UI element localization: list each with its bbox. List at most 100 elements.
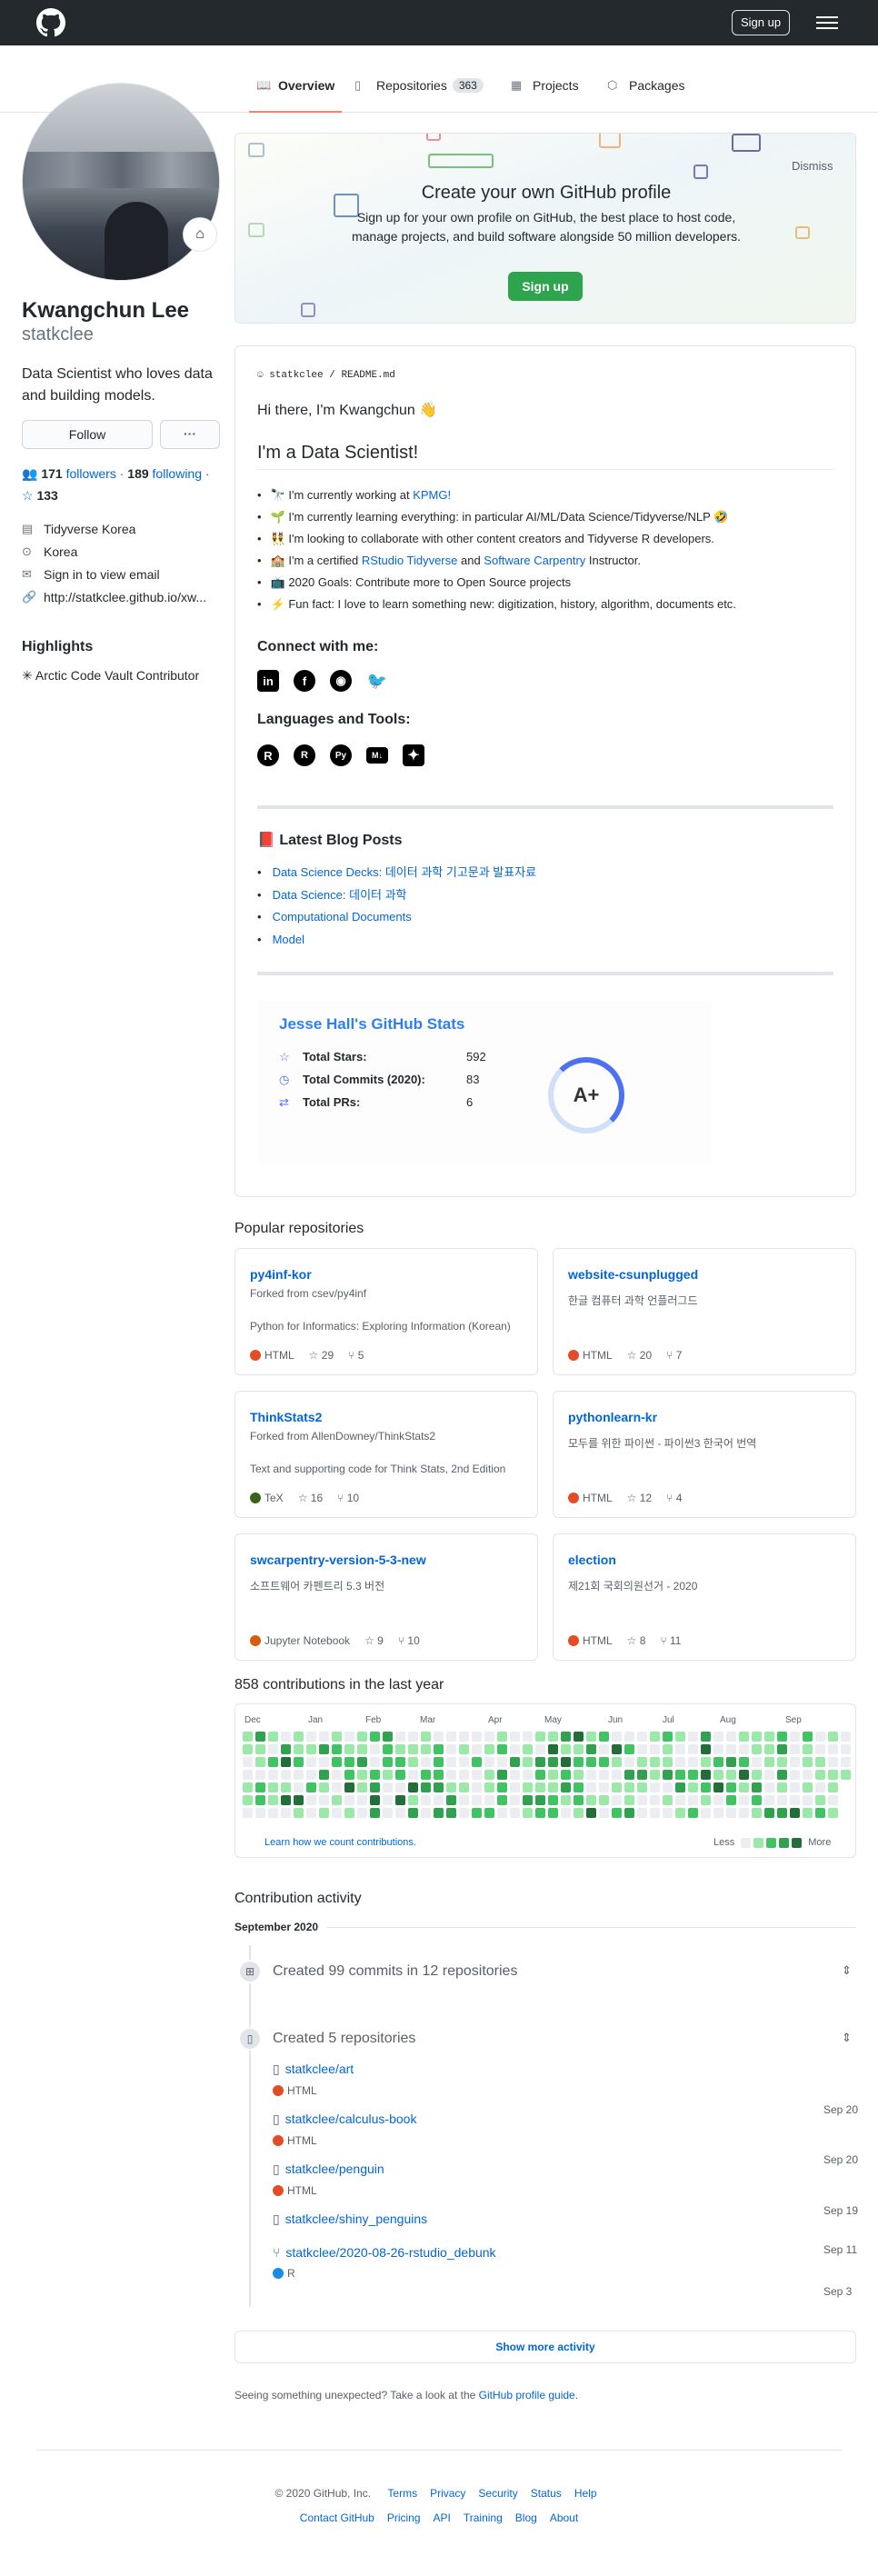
contribution-day[interactable] [777,1770,787,1780]
contribution-day[interactable] [790,1732,800,1742]
contribution-day[interactable] [586,1732,596,1742]
contribution-day[interactable] [548,1744,558,1754]
contribution-day[interactable] [523,1795,533,1805]
contribution-day[interactable] [752,1757,762,1767]
contribution-day[interactable] [535,1744,545,1754]
contribution-day[interactable] [599,1782,609,1792]
contribution-day[interactable] [650,1744,660,1754]
contribution-day[interactable] [599,1757,609,1767]
fold-icon[interactable]: ⇕ [842,2031,852,2045]
repo-forks-link[interactable]: ⑂ 10 [398,1634,420,1647]
contribution-day[interactable] [344,1770,354,1780]
contribution-day[interactable] [574,1744,584,1754]
contribution-day[interactable] [752,1744,762,1754]
contribution-day[interactable] [243,1808,253,1818]
contribution-day[interactable] [637,1795,647,1805]
contribution-day[interactable] [434,1732,444,1742]
hamburger-icon[interactable] [816,13,838,33]
footer-link[interactable]: Privacy [430,2487,465,2500]
contribution-day[interactable] [764,1808,774,1818]
contribution-day[interactable] [599,1732,609,1742]
contribution-day[interactable] [268,1782,278,1792]
repo-name-link[interactable]: ThinkStats2 [250,1410,322,1424]
contribution-day[interactable] [255,1732,265,1742]
contribution-day[interactable] [383,1744,393,1754]
show-more-button[interactable]: Show more activity [234,2331,856,2363]
contribution-day[interactable] [395,1808,405,1818]
contribution-day[interactable] [434,1808,444,1818]
contribution-day[interactable] [446,1795,456,1805]
contribution-day[interactable] [535,1732,545,1742]
contribution-day[interactable] [790,1744,800,1754]
contribution-day[interactable] [395,1770,405,1780]
website-item[interactable]: 🔗 http://statkclee.github.io/xw... [22,590,220,604]
contribution-day[interactable] [421,1782,431,1792]
contribution-day[interactable] [332,1744,342,1754]
created-repo-link[interactable]: statkclee/art [285,2062,354,2076]
contribution-day[interactable] [484,1744,494,1754]
contribution-day[interactable] [790,1795,800,1805]
followers-link[interactable]: 171 followers [41,466,116,481]
contribution-day[interactable] [777,1795,787,1805]
contribution-day[interactable] [561,1770,571,1780]
contribution-day[interactable] [319,1795,329,1805]
contribution-day[interactable] [472,1782,482,1792]
contribution-day[interactable] [548,1782,558,1792]
contribution-day[interactable] [357,1744,367,1754]
contribution-day[interactable] [726,1770,736,1780]
contribution-day[interactable] [523,1757,533,1767]
contribution-day[interactable] [497,1808,507,1818]
contribution-day[interactable] [523,1732,533,1742]
contribution-day[interactable] [650,1782,660,1792]
home-icon[interactable]: ⌂ [183,217,217,252]
repo-stars-link[interactable]: ☆ 8 [627,1634,646,1647]
contribution-day[interactable] [688,1770,698,1780]
contribution-day[interactable] [612,1782,622,1792]
contribution-day[interactable] [561,1782,571,1792]
contribution-day[interactable] [803,1744,813,1754]
contribution-day[interactable] [268,1757,278,1767]
repo-stars-link[interactable]: ☆ 9 [364,1634,384,1647]
github-logo-icon[interactable] [36,8,65,37]
contribution-day[interactable] [459,1795,469,1805]
contribution-day[interactable] [344,1732,354,1742]
contribution-day[interactable] [803,1795,813,1805]
contribution-day[interactable] [484,1782,494,1792]
repo-forks-link[interactable]: ⑂ 5 [348,1349,364,1362]
contribution-day[interactable] [637,1757,647,1767]
repo-name-link[interactable]: website-csunplugged [568,1267,698,1282]
contribution-day[interactable] [815,1757,825,1767]
contribution-day[interactable] [472,1757,482,1767]
contribution-day[interactable] [815,1770,825,1780]
contribution-day[interactable] [497,1782,507,1792]
contribution-day[interactable] [306,1744,316,1754]
contribution-day[interactable] [828,1744,838,1754]
contribution-day[interactable] [828,1782,838,1792]
contribution-day[interactable] [612,1795,622,1805]
contribution-day[interactable] [574,1757,584,1767]
contribution-day[interactable] [701,1757,711,1767]
contribution-day[interactable] [561,1808,571,1818]
contribution-day[interactable] [612,1757,622,1767]
contribution-day[interactable] [255,1770,265,1780]
contribution-day[interactable] [726,1808,736,1818]
contribution-day[interactable] [739,1744,749,1754]
contribution-day[interactable] [612,1808,622,1818]
contribution-day[interactable] [408,1808,418,1818]
contribution-day[interactable] [739,1757,749,1767]
created-repo-link[interactable]: statkclee/shiny_penguins [285,2212,427,2226]
contribution-day[interactable] [688,1808,698,1818]
contribution-day[interactable] [726,1782,736,1792]
contribution-day[interactable] [701,1782,711,1792]
created-repo-link[interactable]: statkclee/2020-08-26-rstudio_debunk [285,2245,495,2260]
contribution-day[interactable] [472,1808,482,1818]
contribution-day[interactable] [675,1795,685,1805]
contribution-day[interactable] [624,1744,634,1754]
footer-link[interactable]: API [434,2511,451,2524]
contribution-day[interactable] [370,1732,380,1742]
contribution-day[interactable] [383,1782,393,1792]
github-icon[interactable]: ◉ [330,670,352,692]
contribution-day[interactable] [713,1782,723,1792]
contribution-day[interactable] [637,1808,647,1818]
contribution-day[interactable] [675,1744,685,1754]
